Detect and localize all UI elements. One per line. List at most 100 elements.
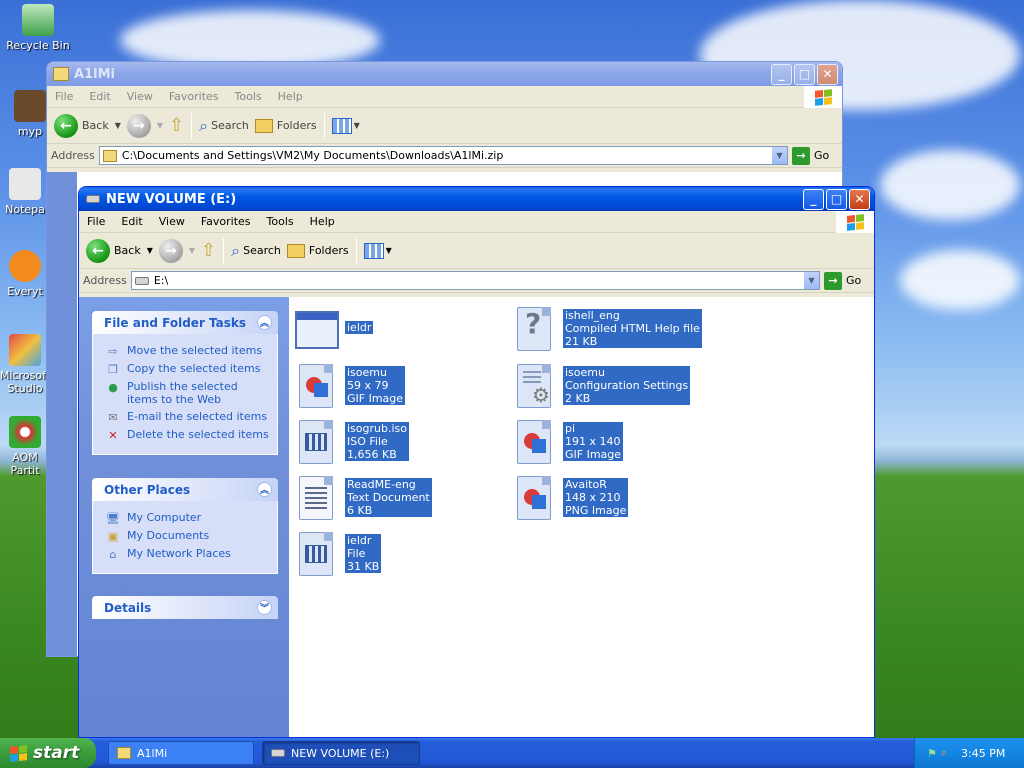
maximize-button[interactable]: □ bbox=[826, 188, 847, 210]
place-my-documents[interactable]: ▣ My Documents bbox=[105, 529, 269, 543]
search-button[interactable]: ⌕ Search bbox=[228, 236, 284, 266]
file-item[interactable]: ⚙ isoemu Configuration Settings 2 KB bbox=[511, 362, 691, 410]
file-name: AvaitoR bbox=[565, 478, 607, 491]
folders-button[interactable]: Folders bbox=[284, 236, 352, 266]
menu-help[interactable]: Help bbox=[302, 215, 343, 228]
address-dropdown-icon[interactable]: ▼ bbox=[771, 147, 787, 164]
search-tray-icon[interactable]: ⌕ bbox=[941, 746, 947, 760]
back-button[interactable]: ← Back ▼ bbox=[51, 111, 124, 141]
file-item[interactable]: AvaitoR 148 x 210 PNG Image bbox=[511, 474, 629, 522]
menu-favorites[interactable]: Favorites bbox=[193, 215, 259, 228]
file-item[interactable]: ReadME-eng Text Document 6 KB bbox=[293, 474, 432, 522]
close-button[interactable]: ✕ bbox=[817, 63, 838, 85]
menu-tools[interactable]: Tools bbox=[227, 90, 270, 103]
search-button[interactable]: ⌕ Search bbox=[196, 111, 252, 141]
task-publish[interactable]: ● Publish the selected items to the Web bbox=[105, 380, 269, 406]
menu-bar: File Edit View Favorites Tools Help bbox=[47, 86, 842, 108]
search-app-icon bbox=[9, 250, 41, 282]
expand-chevron-icon[interactable]: ︾ bbox=[257, 600, 272, 615]
explorer-window-new-volume[interactable]: NEW VOLUME (E:) _ □ ✕ File Edit View Fav… bbox=[78, 186, 875, 738]
panel-header[interactable]: Details ︾ bbox=[92, 596, 278, 619]
menu-favorites[interactable]: Favorites bbox=[161, 90, 227, 103]
maximize-button[interactable]: □ bbox=[794, 63, 815, 85]
task-move[interactable]: ⇨ Move the selected items bbox=[105, 344, 269, 358]
taskbar-item-a1lmi[interactable]: A1lMi bbox=[108, 741, 254, 765]
address-dropdown-icon[interactable]: ▼ bbox=[803, 272, 819, 289]
menu-file[interactable]: File bbox=[47, 90, 81, 103]
address-field[interactable]: E:\ ▼ bbox=[130, 271, 820, 290]
close-button[interactable]: ✕ bbox=[849, 188, 870, 210]
file-item[interactable]: ieldr bbox=[293, 307, 374, 355]
windows-flag-icon bbox=[804, 86, 842, 108]
file-item[interactable]: isogrub.iso ISO File 1,656 KB bbox=[293, 418, 409, 466]
file-type: GIF Image bbox=[565, 448, 622, 461]
window-title: NEW VOLUME (E:) bbox=[106, 191, 237, 207]
menu-file[interactable]: File bbox=[79, 215, 113, 228]
up-folder-button[interactable]: ⇧ bbox=[198, 236, 219, 266]
start-label: start bbox=[33, 743, 80, 763]
details-panel: Details ︾ bbox=[92, 596, 278, 619]
menu-edit[interactable]: Edit bbox=[81, 90, 118, 103]
collapse-chevron-icon[interactable]: ︽ bbox=[257, 315, 272, 330]
menu-view[interactable]: View bbox=[119, 90, 161, 103]
desktop-icon-everything[interactable]: Everyt bbox=[0, 250, 50, 298]
menu-view[interactable]: View bbox=[151, 215, 193, 228]
address-value: C:\Documents and Settings\VM2\My Documen… bbox=[121, 149, 504, 162]
place-label: My Documents bbox=[127, 529, 210, 542]
place-my-computer[interactable]: 🖥 My Computer bbox=[105, 511, 269, 525]
desktop-icon-label: Notepa bbox=[5, 203, 45, 216]
desktop-icon-notepad[interactable]: Notepa bbox=[0, 168, 50, 216]
go-button[interactable]: → Go bbox=[824, 271, 870, 290]
desktop-icon-recycle-bin[interactable]: Recycle Bin bbox=[0, 4, 76, 52]
panel-header[interactable]: Other Places ︽ bbox=[92, 478, 278, 501]
place-my-network-places[interactable]: ⌂ My Network Places bbox=[105, 547, 269, 561]
system-tray: ⚑ ⌕ 3:45 PM bbox=[914, 738, 1024, 768]
desktop-icon-microsoft-studio[interactable]: Microsoft Studio bbox=[0, 334, 50, 395]
recycle-bin-icon bbox=[22, 4, 54, 36]
network-tray-icon[interactable]: ⚑ bbox=[927, 747, 937, 760]
file-item[interactable]: pi 191 x 140 GIF Image bbox=[511, 418, 624, 466]
folders-button[interactable]: Folders bbox=[252, 111, 320, 141]
file-name: ieldr bbox=[347, 534, 372, 547]
file-type: Compiled HTML Help file bbox=[565, 322, 700, 335]
file-item[interactable]: isoemu 59 x 79 GIF Image bbox=[293, 362, 406, 410]
title-bar[interactable]: A1lMi _ □ ✕ bbox=[47, 62, 842, 86]
go-button[interactable]: → Go bbox=[792, 146, 838, 165]
up-folder-button[interactable]: ⇧ bbox=[166, 111, 187, 141]
title-bar[interactable]: NEW VOLUME (E:) _ □ ✕ bbox=[79, 187, 874, 211]
collapse-chevron-icon[interactable]: ︽ bbox=[257, 482, 272, 497]
file-name: isogrub.iso bbox=[347, 422, 407, 435]
forward-button[interactable]: → ▼ bbox=[124, 111, 166, 141]
file-dimensions: 148 x 210 bbox=[565, 491, 621, 504]
file-item[interactable]: ? ishell_eng Compiled HTML Help file 21 KB bbox=[511, 305, 702, 353]
menu-help[interactable]: Help bbox=[270, 90, 311, 103]
forward-button[interactable]: → ▼ bbox=[156, 236, 198, 266]
task-label: Publish the selected items to the Web bbox=[127, 380, 238, 406]
task-delete[interactable]: ✕ Delete the selected items bbox=[105, 428, 269, 442]
start-button[interactable]: start bbox=[0, 738, 96, 768]
file-size: 31 KB bbox=[347, 560, 380, 573]
views-button[interactable]: ▼ bbox=[329, 111, 363, 141]
desktop-icon-aomei[interactable]: AOM Partit bbox=[0, 416, 50, 477]
toolbar: ← Back ▼ → ▼ ⇧ ⌕ Search Folders ▼ bbox=[79, 233, 874, 269]
taskbar-item-new-volume[interactable]: NEW VOLUME (E:) bbox=[262, 741, 420, 765]
menu-edit[interactable]: Edit bbox=[113, 215, 150, 228]
file-item[interactable]: ieldr File 31 KB bbox=[293, 530, 382, 578]
file-type: Configuration Settings bbox=[565, 379, 689, 392]
address-field[interactable]: C:\Documents and Settings\VM2\My Documen… bbox=[98, 146, 788, 165]
minimize-button[interactable]: _ bbox=[771, 63, 792, 85]
menu-tools[interactable]: Tools bbox=[259, 215, 302, 228]
drive-icon bbox=[134, 276, 149, 285]
taskbar-item-label: NEW VOLUME (E:) bbox=[291, 746, 390, 760]
documents-folder-icon: ▣ bbox=[107, 529, 119, 543]
back-button[interactable]: ← Back ▼ bbox=[83, 236, 156, 266]
back-label: Back bbox=[114, 244, 141, 257]
task-copy[interactable]: ❐ Copy the selected items bbox=[105, 362, 269, 376]
task-email[interactable]: ✉ E-mail the selected items bbox=[105, 410, 269, 424]
minimize-button[interactable]: _ bbox=[803, 188, 824, 210]
views-button[interactable]: ▼ bbox=[361, 236, 395, 266]
panel-header[interactable]: File and Folder Tasks ︽ bbox=[92, 311, 278, 334]
go-arrow-icon: → bbox=[824, 271, 842, 290]
back-arrow-icon: ← bbox=[86, 238, 110, 263]
clock[interactable]: 3:45 PM bbox=[961, 747, 1005, 760]
